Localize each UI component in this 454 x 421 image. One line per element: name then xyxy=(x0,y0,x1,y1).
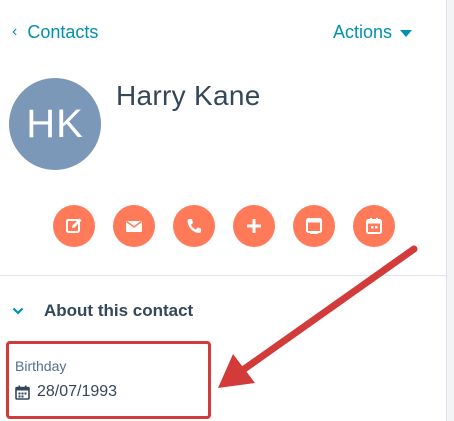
meeting-icon xyxy=(366,218,382,234)
contact-name: Harry Kane xyxy=(116,80,261,111)
avatar: HK xyxy=(9,78,101,170)
section-divider xyxy=(0,275,446,276)
chevron-down-icon xyxy=(12,307,24,315)
chevron-left-icon: ‹ xyxy=(12,23,18,40)
task-button[interactable] xyxy=(293,205,335,247)
email-icon xyxy=(126,220,142,232)
actions-dropdown[interactable]: Actions xyxy=(333,18,413,46)
about-section-title: About this contact xyxy=(44,301,194,320)
panel-scrollbar[interactable] xyxy=(446,0,454,421)
note-button[interactable] xyxy=(53,205,95,247)
caret-down-icon xyxy=(400,29,413,37)
property-label: Birthday xyxy=(15,358,67,374)
email-button[interactable] xyxy=(113,205,155,247)
create-button[interactable] xyxy=(233,205,275,247)
birthday-property[interactable]: Birthday 28/07/1993 xyxy=(15,358,205,401)
meeting-button[interactable] xyxy=(353,205,395,247)
call-button[interactable] xyxy=(173,205,215,247)
back-to-contacts-link[interactable]: ‹ Contacts xyxy=(12,18,98,46)
about-section-toggle[interactable]: About this contact xyxy=(12,298,193,324)
action-button-row xyxy=(53,205,401,247)
contact-sidebar: ‹ Contacts Actions HK Harry Kane About t… xyxy=(0,0,446,421)
task-icon xyxy=(306,218,322,234)
property-value-row: 28/07/1993 xyxy=(15,383,205,401)
actions-label: Actions xyxy=(333,21,393,42)
edit-icon xyxy=(66,218,82,233)
back-link-label: Contacts xyxy=(27,21,99,42)
birthday-value: 28/07/1993 xyxy=(37,383,118,400)
phone-icon xyxy=(187,219,201,233)
plus-icon xyxy=(247,219,261,233)
header-bar: ‹ Contacts Actions xyxy=(0,18,446,46)
calendar-icon xyxy=(15,385,30,400)
